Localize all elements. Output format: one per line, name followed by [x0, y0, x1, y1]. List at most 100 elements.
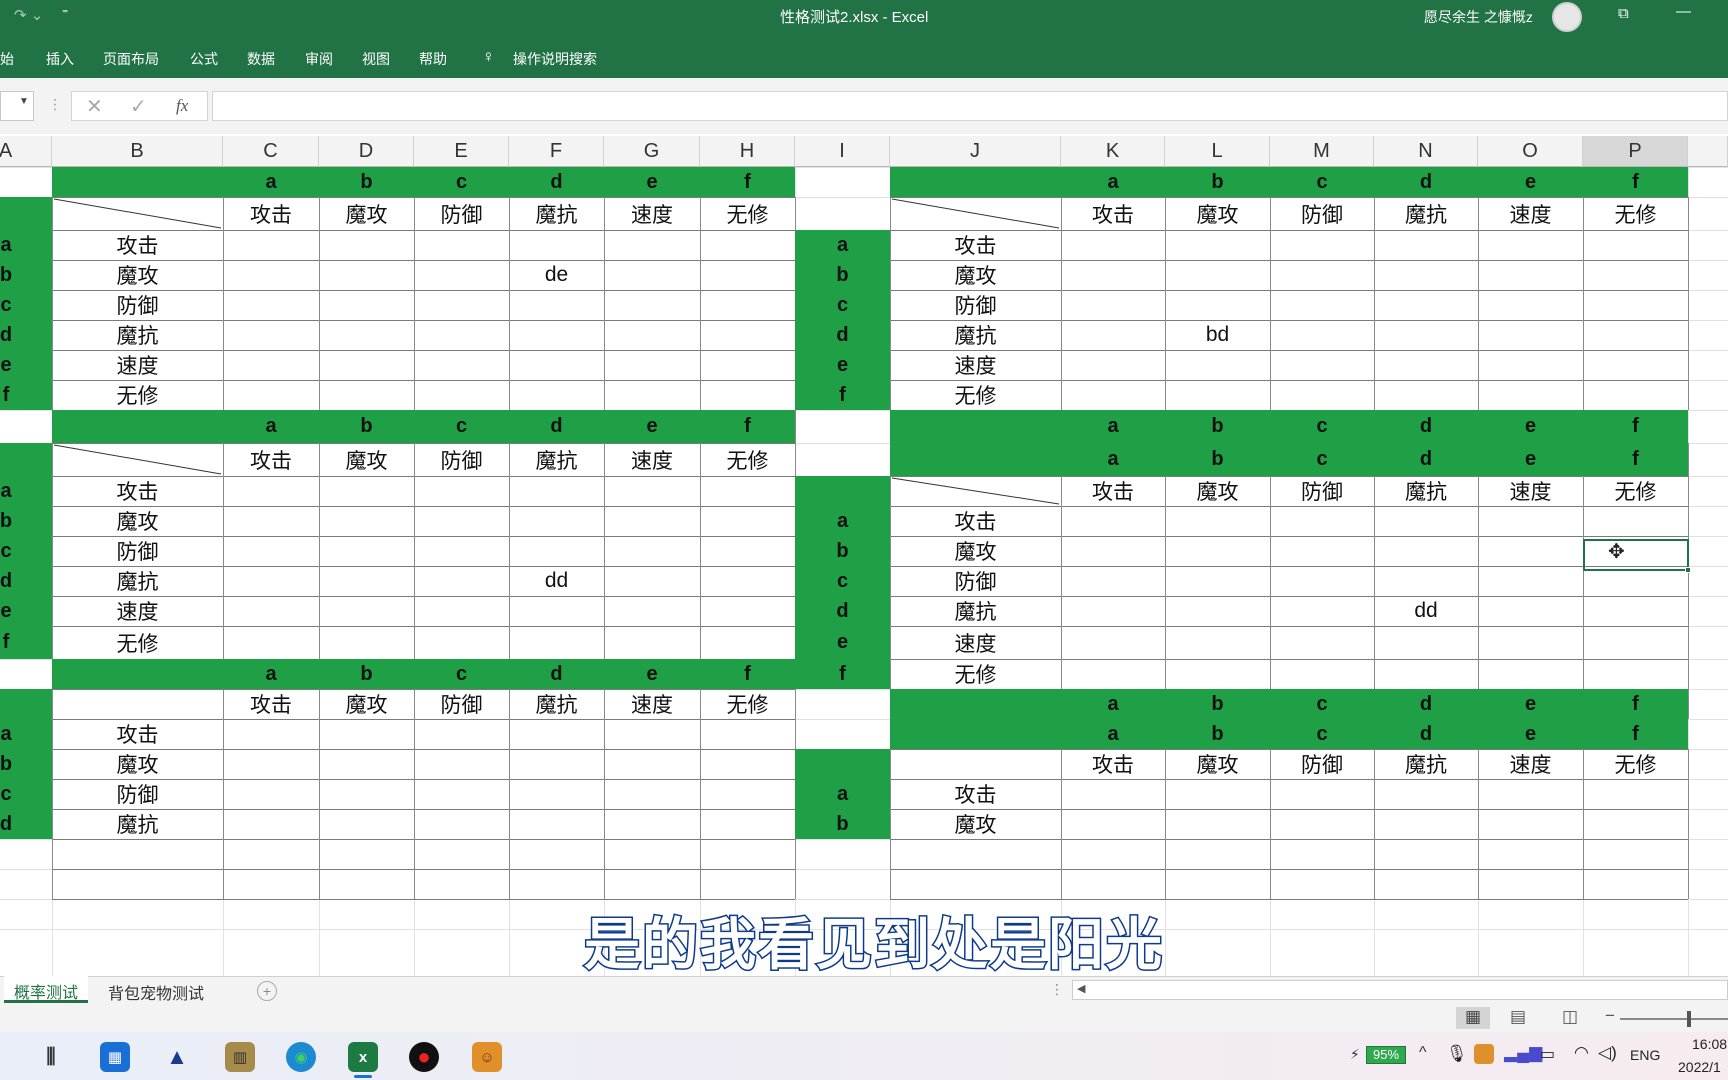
t1-col-letter-a[interactable]: a — [223, 167, 319, 197]
t1-row-label-2[interactable]: 防御 — [52, 290, 223, 320]
t1-col-attr-4[interactable]: 速度 — [604, 197, 700, 230]
game-icon[interactable]: ☺ — [472, 1042, 502, 1072]
avatar[interactable] — [1552, 2, 1582, 32]
t1-col-attr-3[interactable]: 魔抗 — [509, 197, 604, 230]
r3-col-attr-1[interactable]: 魔攻 — [1165, 749, 1270, 779]
r2-col-letter-2-f[interactable]: f — [1583, 443, 1688, 476]
r3-col-letter-2-b[interactable]: b — [1165, 719, 1270, 749]
t1-col-letter-d[interactable]: d — [509, 167, 604, 197]
minimize-icon[interactable]: — — [1676, 3, 1691, 20]
t1-row-letter-a[interactable]: a — [0, 230, 52, 260]
t2-col-attr-3[interactable]: 魔抗 — [509, 443, 604, 476]
r2-row-letter-d[interactable]: d — [795, 596, 890, 626]
t3-row-letter-a[interactable]: a — [0, 719, 52, 749]
tab-home[interactable]: 开始 — [0, 49, 14, 69]
tray-expand-icon[interactable]: ^ — [1419, 1044, 1427, 1062]
r3-col-attr-3[interactable]: 魔抗 — [1374, 749, 1478, 779]
zoom-out-icon[interactable]: − — [1605, 1006, 1615, 1026]
tab-help[interactable]: 帮助 — [419, 49, 447, 69]
t1-row-letter-c[interactable]: c — [0, 290, 52, 320]
fill-handle[interactable] — [1685, 567, 1691, 573]
r2-corner-left[interactable] — [795, 476, 890, 506]
r3-col-attr-2[interactable]: 防御 — [1270, 749, 1374, 779]
r1-row-letter-e[interactable]: e — [795, 350, 890, 380]
microphone-icon[interactable]: 🎙 — [1446, 1044, 1468, 1064]
column-header-b[interactable]: B — [52, 136, 223, 167]
record-icon[interactable]: ● — [409, 1042, 439, 1072]
tell-me-search[interactable]: 操作说明搜索 — [513, 49, 597, 69]
r3-col-letter-2-d[interactable]: d — [1374, 719, 1478, 749]
normal-view-icon[interactable]: ▦ — [1456, 1007, 1490, 1029]
t3-row-letter-d[interactable]: d — [0, 809, 52, 839]
tab-insert[interactable]: 插入 — [46, 49, 74, 69]
r2-col-attr-1[interactable]: 魔攻 — [1165, 476, 1270, 506]
t1-row-label-3[interactable]: 魔抗 — [52, 320, 223, 350]
r3-col-attr-4[interactable]: 速度 — [1478, 749, 1583, 779]
worksheet-grid[interactable]: a b c d e f 攻击 魔攻 防御 魔抗 速度 无修 a 攻击 b 魔攻 c 防御 d 魔抗 e 速度 f 无修 de a b… — [0, 167, 1728, 976]
r2-col-letter-2-e[interactable]: e — [1478, 443, 1583, 476]
r1-row-label-2[interactable]: 防御 — [890, 290, 1061, 320]
r2-row-label-5[interactable]: 无修 — [890, 659, 1061, 689]
t1-row-label-5[interactable]: 无修 — [52, 380, 223, 410]
r1-row-label-1[interactable]: 魔攻 — [890, 260, 1061, 290]
t2-cell-dd[interactable]: dd — [509, 566, 604, 596]
r2-col-letter-1-f[interactable]: f — [1583, 410, 1688, 443]
r2-row-letter-a[interactable]: a — [795, 506, 890, 536]
column-header-m[interactable]: M — [1270, 136, 1374, 167]
t2-row-label-4[interactable]: 速度 — [52, 596, 223, 626]
r2-col-attr-0[interactable]: 攻击 — [1061, 476, 1165, 506]
column-header-g[interactable]: G — [604, 136, 700, 167]
r3-row-label-1[interactable]: 魔攻 — [890, 809, 1061, 839]
t1-row-letter-e[interactable]: e — [0, 350, 52, 380]
r3-row-letter-b[interactable]: b — [795, 809, 890, 839]
cat-app-icon[interactable]: ▲ — [162, 1042, 192, 1072]
r2-row-label-1[interactable]: 魔攻 — [890, 536, 1061, 566]
t1-col-letter-e[interactable]: e — [604, 167, 700, 197]
clock-time[interactable]: 16:08 — [1692, 1036, 1727, 1052]
sheet-tab-pets[interactable]: 背包宠物测试 — [108, 980, 204, 1004]
task-view-icon[interactable]: ⫼ — [36, 1042, 66, 1072]
t2-col-letter-d[interactable]: d — [509, 410, 604, 443]
column-header-n[interactable]: N — [1374, 136, 1478, 167]
r3-col-letter-1-b[interactable]: b — [1165, 689, 1270, 719]
t3-col-attr-4[interactable]: 速度 — [604, 689, 700, 719]
t1-cell-de[interactable]: de — [509, 260, 604, 290]
column-header-e[interactable]: E — [414, 136, 509, 167]
r3-col-letter-1-f[interactable]: f — [1583, 689, 1688, 719]
t2-row-label-5[interactable]: 无修 — [52, 626, 223, 659]
r1-col-letter-f[interactable]: f — [1583, 167, 1688, 197]
r2-corner-top[interactable] — [890, 410, 1061, 476]
r3-row-letter-a[interactable]: a — [795, 779, 890, 809]
ribbon-display-options-icon[interactable]: ⧉ — [1618, 5, 1629, 22]
r2-col-letter-1-d[interactable]: d — [1374, 410, 1478, 443]
quick-access-menu-icon[interactable]: ⁼ — [62, 6, 68, 20]
t3-col-letter-e[interactable]: e — [604, 659, 700, 689]
archive-app-icon[interactable]: ▥ — [225, 1042, 255, 1072]
t2-corner-top[interactable] — [52, 410, 223, 443]
r3-corner-top[interactable] — [890, 689, 1061, 749]
t2-col-attr-1[interactable]: 魔攻 — [319, 443, 414, 476]
r2-row-label-2[interactable]: 防御 — [890, 566, 1061, 596]
r2-col-letter-1-a[interactable]: a — [1061, 410, 1165, 443]
t1-row-label-4[interactable]: 速度 — [52, 350, 223, 380]
t1-col-letter-f[interactable]: f — [700, 167, 795, 197]
r1-col-attr-3[interactable]: 魔抗 — [1374, 197, 1478, 230]
r3-col-letter-1-a[interactable]: a — [1061, 689, 1165, 719]
active-cell[interactable] — [1583, 539, 1689, 571]
tab-data[interactable]: 数据 — [247, 49, 275, 69]
t2-row-label-1[interactable]: 魔攻 — [52, 506, 223, 536]
t2-col-letter-b[interactable]: b — [319, 410, 414, 443]
r2-col-letter-2-a[interactable]: a — [1061, 443, 1165, 476]
r2-col-letter-1-e[interactable]: e — [1478, 410, 1583, 443]
r3-col-letter-2-f[interactable]: f — [1583, 719, 1688, 749]
t1-col-letter-b[interactable]: b — [319, 167, 414, 197]
volume-icon[interactable]: ◁) — [1598, 1043, 1617, 1063]
r1-corner-top[interactable] — [890, 167, 1061, 197]
t3-col-attr-1[interactable]: 魔攻 — [319, 689, 414, 719]
r3-col-attr-5[interactable]: 无修 — [1583, 749, 1688, 779]
tab-view[interactable]: 视图 — [362, 49, 390, 69]
t2-row-label-3[interactable]: 魔抗 — [52, 566, 223, 596]
r2-col-attr-2[interactable]: 防御 — [1270, 476, 1374, 506]
enter-icon[interactable]: ✓ — [130, 94, 147, 119]
r3-row-label-0[interactable]: 攻击 — [890, 779, 1061, 809]
